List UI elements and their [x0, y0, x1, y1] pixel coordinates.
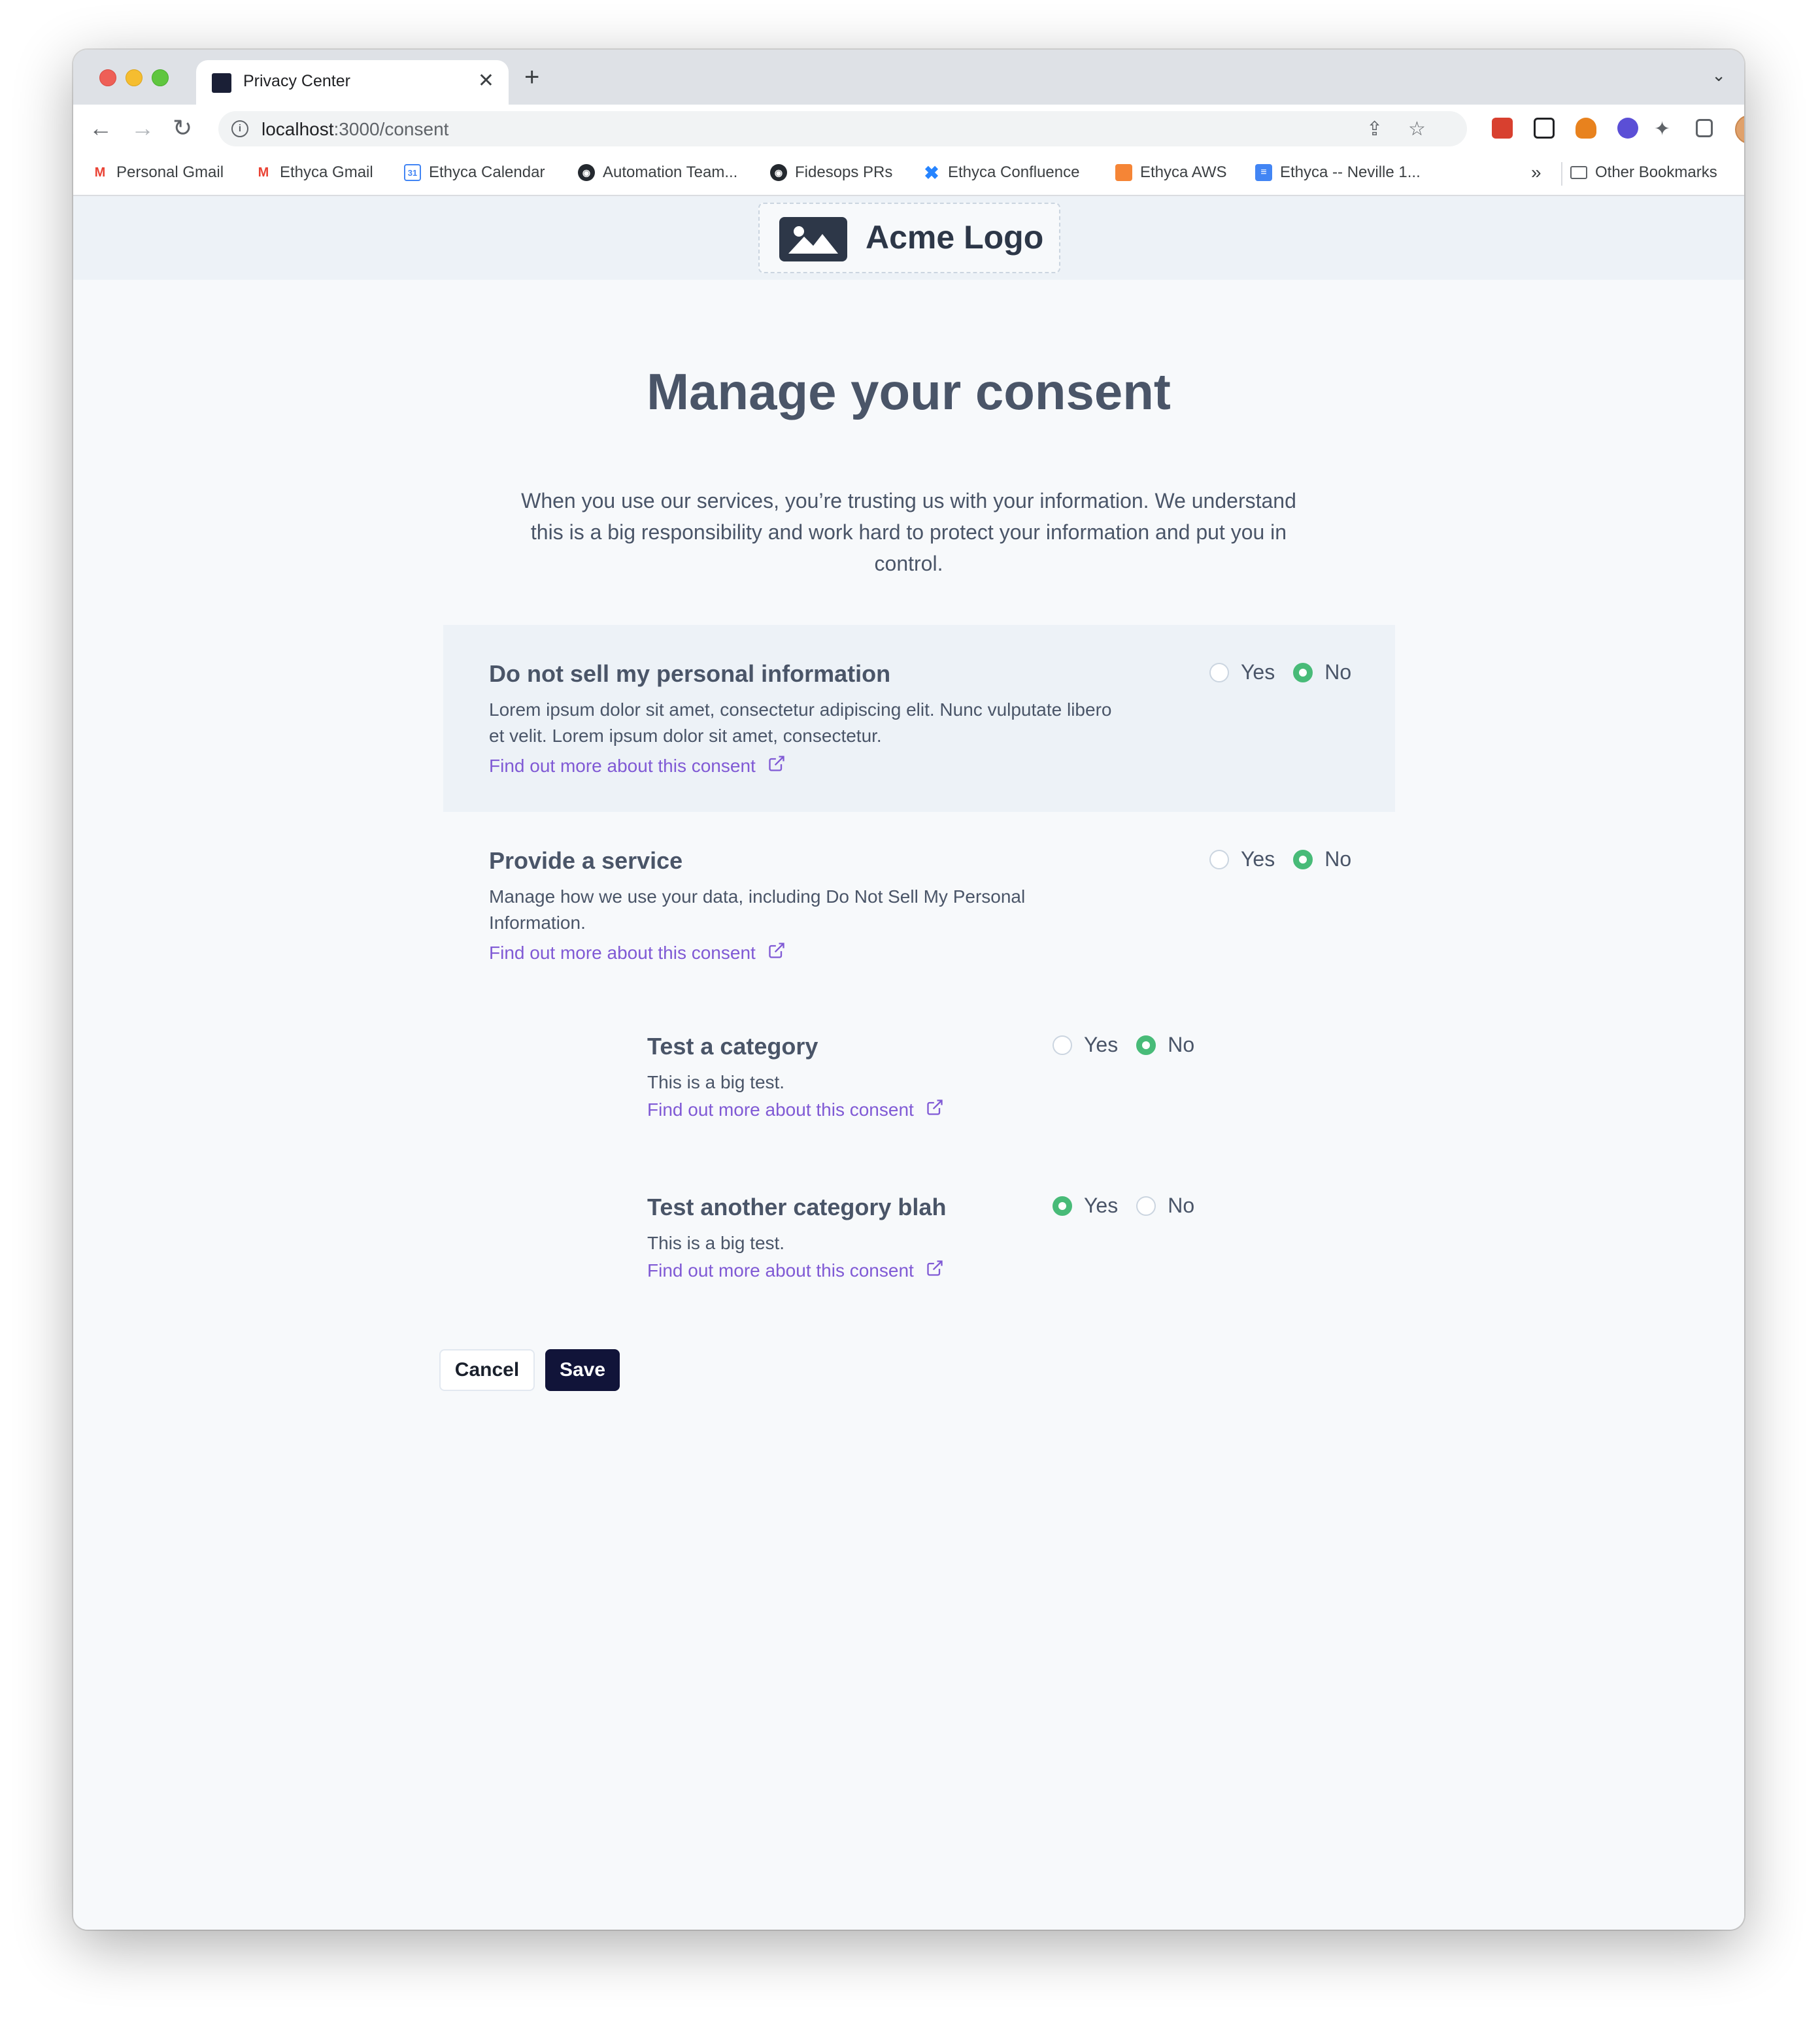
page-title: Manage your consent: [647, 363, 1171, 420]
close-window-button[interactable]: [99, 69, 116, 86]
save-button[interactable]: Save: [545, 1349, 620, 1391]
minimize-window-button[interactable]: [126, 69, 143, 86]
folder-icon: [1570, 166, 1587, 179]
page-subtitle: When you use our services, you’re trusti…: [521, 489, 1296, 575]
gmail-icon: M: [94, 165, 106, 180]
bookmark-ethyca-calendar[interactable]: 31 Ethyca Calendar: [404, 163, 545, 182]
consent-description: This is a big test.: [647, 1072, 785, 1092]
radio-no-label[interactable]: No: [1324, 660, 1351, 684]
find-out-more-link[interactable]: Find out more about this consent: [647, 1259, 944, 1282]
external-link-icon: [767, 941, 786, 964]
bookmark-fidesops-prs[interactable]: ◉ Fidesops PRs: [770, 163, 892, 182]
consent-description: Manage how we use your data, including D…: [489, 886, 1026, 933]
forward-arrow-icon[interactable]: →: [131, 115, 154, 141]
bookmark-ethyca-gmail[interactable]: M Ethyca Gmail: [255, 163, 373, 182]
radio-no-label[interactable]: No: [1168, 1194, 1194, 1218]
bookmark-ethyca-neville[interactable]: ≡ Ethyca -- Neville 1...: [1255, 163, 1421, 182]
external-link-icon: [926, 1098, 944, 1121]
chevron-down-icon[interactable]: ⌄: [1711, 65, 1726, 86]
more-bookmarks-button[interactable]: »: [1531, 162, 1542, 183]
external-link-icon: [926, 1259, 944, 1282]
calendar-icon: 31: [404, 164, 421, 181]
consent-title: Test another category blah: [647, 1194, 947, 1220]
bookmark-ethyca-aws[interactable]: Ethyca AWS: [1115, 163, 1227, 182]
cancel-button[interactable]: Cancel: [439, 1349, 535, 1391]
consent-item-provide-service: Provide a service Manage how we use your…: [443, 812, 1395, 995]
tab-privacy-center[interactable]: Privacy Center ✕: [196, 60, 509, 105]
consent-item-test-category: Test a category This is a big test. Find…: [601, 998, 1255, 1141]
tab-title: Privacy Center: [243, 72, 350, 90]
other-bookmarks[interactable]: Other Bookmarks: [1570, 163, 1717, 182]
consent-description: Lorem ipsum dolor sit amet, consectetur …: [489, 699, 1112, 746]
tab-strip: Privacy Center ✕ + ⌄: [73, 50, 1744, 105]
back-arrow-icon[interactable]: ←: [89, 115, 112, 141]
radio-yes-label[interactable]: Yes: [1241, 660, 1275, 684]
bookmarks-divider: [1561, 162, 1562, 186]
notion-icon[interactable]: [1534, 118, 1555, 139]
aws-icon: [1115, 164, 1132, 181]
page-header: Acme Logo: [73, 196, 1744, 280]
radio-yes[interactable]: [1209, 662, 1229, 682]
radio-yes[interactable]: [1053, 1196, 1072, 1216]
find-out-more-link[interactable]: Find out more about this consent: [647, 1098, 944, 1121]
avatar[interactable]: [1735, 115, 1744, 144]
docs-icon: ≡: [1255, 164, 1272, 181]
gmail-icon: M: [258, 165, 269, 180]
confluence-icon: ✖: [924, 162, 939, 183]
consent-description: This is a big test.: [647, 1233, 785, 1253]
github-icon: ◉: [578, 164, 595, 181]
consent-item-test-another-category: Test another category blah This is a big…: [601, 1158, 1255, 1302]
favicon-icon: [212, 73, 231, 93]
maximize-window-button[interactable]: [152, 69, 169, 86]
metamask-icon[interactable]: [1576, 118, 1596, 139]
side-panel-icon[interactable]: [1696, 119, 1713, 137]
radio-yes-label[interactable]: Yes: [1084, 1194, 1118, 1218]
bookmarks-bar: M Personal Gmail M Ethyca Gmail 31 Ethyc…: [73, 153, 1744, 196]
reload-icon[interactable]: ↻: [173, 115, 192, 141]
page-content: Acme Logo Manage your consent When you u…: [73, 196, 1744, 1930]
new-tab-button[interactable]: +: [524, 64, 539, 90]
consent-title: Do not sell my personal information: [489, 660, 891, 687]
site-info-icon[interactable]: i: [231, 120, 248, 137]
consent-radio-group: Yes No: [1053, 1194, 1213, 1218]
radio-no[interactable]: [1293, 662, 1313, 682]
bookmark-ethyca-confluence[interactable]: ✖ Ethyca Confluence: [923, 162, 1079, 183]
consent-radio-group: Yes No: [1209, 847, 1370, 871]
radio-no[interactable]: [1136, 1035, 1156, 1055]
share-icon[interactable]: ⇪: [1366, 118, 1383, 141]
bookmark-star-icon[interactable]: ☆: [1408, 118, 1426, 141]
extension-icon[interactable]: [1492, 118, 1513, 139]
consent-title: Provide a service: [489, 847, 683, 874]
extension-circle-icon[interactable]: [1617, 118, 1638, 139]
browser-toolbar: ← → ↻ i localhost:3000/consent ⇪ ☆ ✦ ⋮: [73, 105, 1744, 153]
radio-yes[interactable]: [1209, 849, 1229, 869]
logo: Acme Logo: [758, 203, 1060, 273]
radio-no[interactable]: [1293, 849, 1313, 869]
consent-item-do-not-sell: Do not sell my personal information Lore…: [443, 625, 1395, 812]
image-icon: [779, 217, 847, 261]
radio-yes-label[interactable]: Yes: [1241, 847, 1275, 871]
radio-yes-label[interactable]: Yes: [1084, 1033, 1118, 1057]
browser-window: Privacy Center ✕ + ⌄ ← → ↻ i localhost:3…: [73, 50, 1744, 1930]
consent-radio-group: Yes No: [1053, 1033, 1213, 1057]
consent-radio-group: Yes No: [1209, 660, 1370, 684]
bookmark-personal-gmail[interactable]: M Personal Gmail: [92, 163, 224, 182]
github-icon: ◉: [770, 164, 787, 181]
radio-no-label[interactable]: No: [1324, 847, 1351, 871]
find-out-more-link[interactable]: Find out more about this consent: [489, 754, 786, 777]
url-text[interactable]: localhost:3000/consent: [261, 119, 448, 140]
radio-no-label[interactable]: No: [1168, 1033, 1194, 1057]
logo-text: Acme Logo: [866, 219, 1044, 256]
find-out-more-link[interactable]: Find out more about this consent: [489, 941, 786, 964]
close-tab-icon[interactable]: ✕: [478, 69, 494, 92]
extensions-puzzle-icon[interactable]: ✦: [1654, 118, 1670, 141]
bookmark-automation-team[interactable]: ◉ Automation Team...: [578, 163, 737, 182]
radio-yes[interactable]: [1053, 1035, 1072, 1055]
external-link-icon: [767, 754, 786, 777]
radio-no[interactable]: [1136, 1196, 1156, 1216]
address-bar[interactable]: i localhost:3000/consent ⇪ ☆: [218, 111, 1467, 146]
consent-title: Test a category: [647, 1033, 818, 1060]
